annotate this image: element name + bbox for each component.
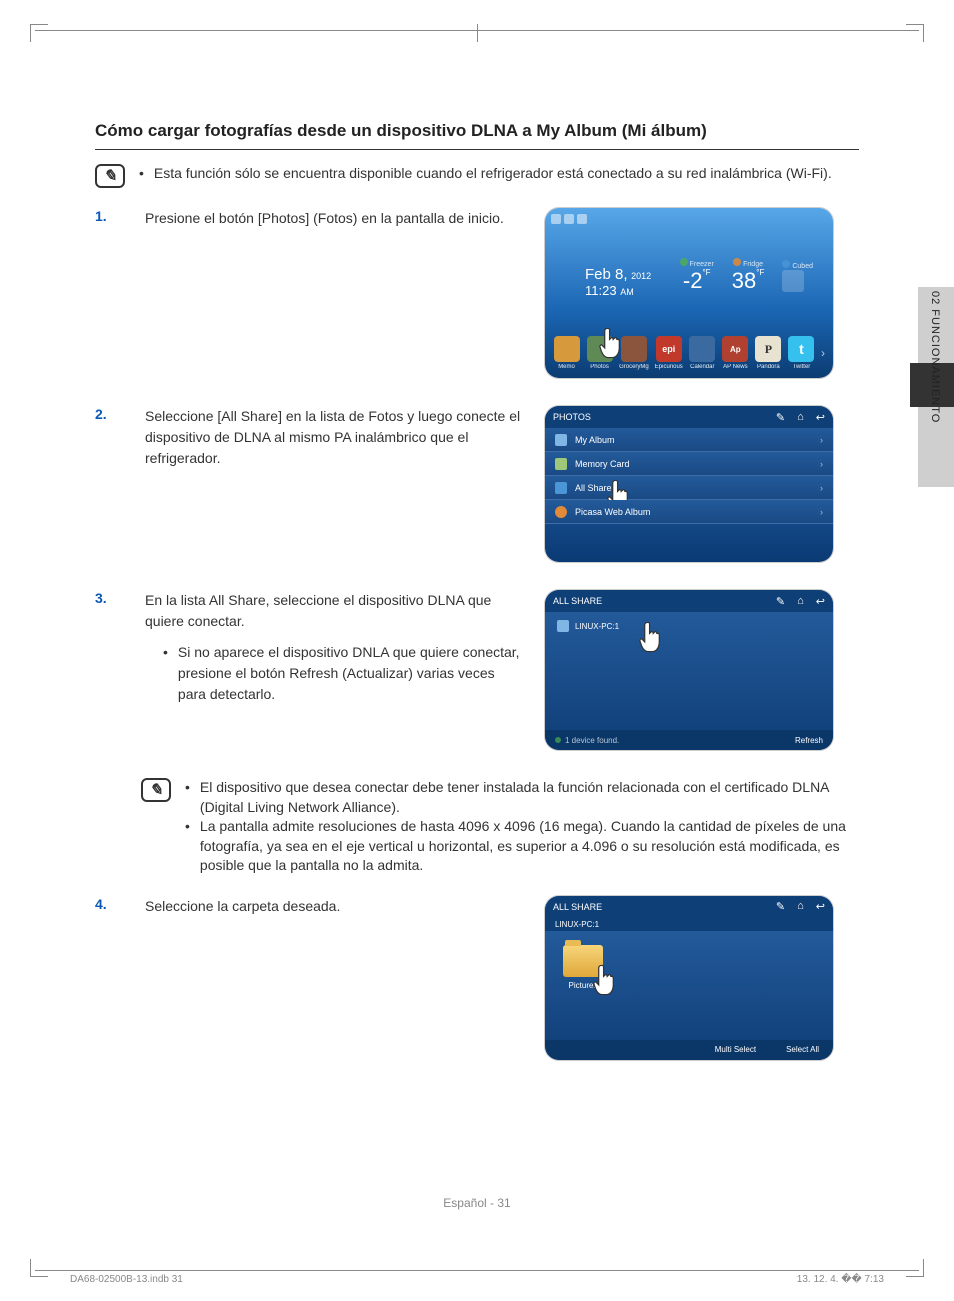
list-label: My Album bbox=[575, 435, 615, 445]
devices-found-label: 1 device found. bbox=[565, 736, 619, 745]
screenshot-home: Feb 8, 2012 11:23 AM Freezer -2°F Fridge… bbox=[545, 208, 833, 378]
edit-icon: ✎ bbox=[776, 411, 785, 424]
breadcrumb: LINUX-PC:1 bbox=[545, 918, 833, 931]
folder-label: Pictures bbox=[563, 981, 603, 990]
panel-title: ALL SHARE bbox=[553, 596, 602, 606]
note-text: El dispositivo que desea conectar debe t… bbox=[200, 778, 859, 817]
back-icon: ↩ bbox=[816, 900, 825, 913]
page-frame: 02 FUNCIONAMIENTO Cómo cargar fotografía… bbox=[35, 30, 919, 1271]
screenshot-photos-list: PHOTOS ✎ ⌂ ↩ My Album › Memory Card › All … bbox=[545, 406, 833, 562]
date: Feb 8, bbox=[585, 266, 628, 283]
page-number: Español - 31 bbox=[35, 1196, 919, 1210]
select-all-button[interactable]: Select All bbox=[786, 1045, 819, 1054]
photos-icon bbox=[587, 336, 613, 362]
list-label: Memory Card bbox=[575, 459, 630, 469]
screenshot-allshare-folders: ALL SHARE ✎ ⌂ ↩ LINUX-PC:1 Pictures bbox=[545, 896, 833, 1060]
device-label: LINUX-PC:1 bbox=[575, 622, 619, 631]
step-text: Seleccione la carpeta deseada. bbox=[145, 896, 525, 917]
back-icon: ↩ bbox=[816, 595, 825, 608]
pc-icon bbox=[557, 620, 569, 632]
time: 11:23 bbox=[585, 283, 617, 298]
home-icon: ⌂ bbox=[797, 900, 804, 913]
year: 2012 bbox=[631, 271, 651, 281]
grocery-icon bbox=[621, 336, 647, 362]
cubed-label: Cubed bbox=[792, 263, 813, 270]
home-icon: ⌂ bbox=[797, 595, 804, 608]
step-number: 2. bbox=[95, 406, 125, 422]
allshare-icon bbox=[555, 482, 567, 494]
step-text: Presione el botón [Photos] (Fotos) en la… bbox=[145, 208, 525, 229]
doc-filename: DA68-02500B-13.indb 31 bbox=[70, 1274, 183, 1285]
album-icon bbox=[555, 434, 567, 446]
chevron-right-icon: › bbox=[820, 483, 823, 493]
edit-icon: ✎ bbox=[776, 595, 785, 608]
picasa-icon bbox=[555, 506, 567, 518]
chevron-right-icon: › bbox=[821, 346, 825, 360]
list-label: Picasa Web Album bbox=[575, 507, 650, 517]
edit-icon: ✎ bbox=[776, 900, 785, 913]
list-label: All Share bbox=[575, 483, 612, 493]
step-text: Seleccione [All Share] en la lista de Fo… bbox=[145, 406, 525, 469]
apnews-icon: Ap bbox=[722, 336, 748, 362]
freezer-value: -2 bbox=[683, 268, 703, 293]
note-icon: ✎ bbox=[95, 164, 125, 188]
calendar-icon bbox=[689, 336, 715, 362]
epicurious-icon: epi bbox=[656, 336, 682, 362]
memo-icon bbox=[554, 336, 580, 362]
sdcard-icon bbox=[555, 458, 567, 470]
side-tab-label: 02 FUNCIONAMIENTO bbox=[920, 291, 950, 483]
panel-title: ALL SHARE bbox=[553, 902, 602, 912]
twitter-icon: t bbox=[788, 336, 814, 362]
fridge-label: Fridge bbox=[743, 261, 763, 268]
fridge-value: 38 bbox=[732, 268, 756, 293]
step-text: En la lista All Share, seleccione el dis… bbox=[145, 590, 525, 632]
step-number: 3. bbox=[95, 590, 125, 606]
hand-pointer-icon bbox=[637, 620, 667, 654]
section-title: Cómo cargar fotografías desde un disposi… bbox=[95, 121, 859, 150]
chevron-right-icon: › bbox=[820, 459, 823, 469]
step-subtext: Si no aparece el dispositivo DNLA que qu… bbox=[178, 642, 525, 705]
home-icon: ⌂ bbox=[797, 411, 804, 424]
back-icon: ↩ bbox=[816, 411, 825, 424]
note-icon: ✎ bbox=[141, 778, 171, 802]
step-number: 1. bbox=[95, 208, 125, 224]
cubed-icon bbox=[782, 270, 804, 292]
multi-select-button[interactable]: Multi Select bbox=[715, 1045, 756, 1054]
chevron-right-icon: › bbox=[820, 507, 823, 517]
refresh-button[interactable]: Refresh bbox=[795, 736, 823, 745]
chevron-right-icon: › bbox=[820, 435, 823, 445]
screenshot-allshare-devices: ALL SHARE ✎ ⌂ ↩ LINUX-PC:1 1 device foun… bbox=[545, 590, 833, 750]
panel-title: PHOTOS bbox=[553, 412, 591, 422]
ampm: AM bbox=[620, 287, 634, 297]
status-dot-icon bbox=[555, 737, 561, 743]
freezer-label: Freezer bbox=[690, 261, 714, 268]
note-text: Esta función sólo se encuentra disponibl… bbox=[154, 164, 832, 184]
pandora-icon: P bbox=[755, 336, 781, 362]
note-text: La pantalla admite resoluciones de hasta… bbox=[200, 817, 859, 876]
doc-timestamp: 13. 12. 4. �� 7:13 bbox=[797, 1274, 884, 1285]
folder-icon bbox=[563, 945, 603, 977]
step-number: 4. bbox=[95, 896, 125, 912]
